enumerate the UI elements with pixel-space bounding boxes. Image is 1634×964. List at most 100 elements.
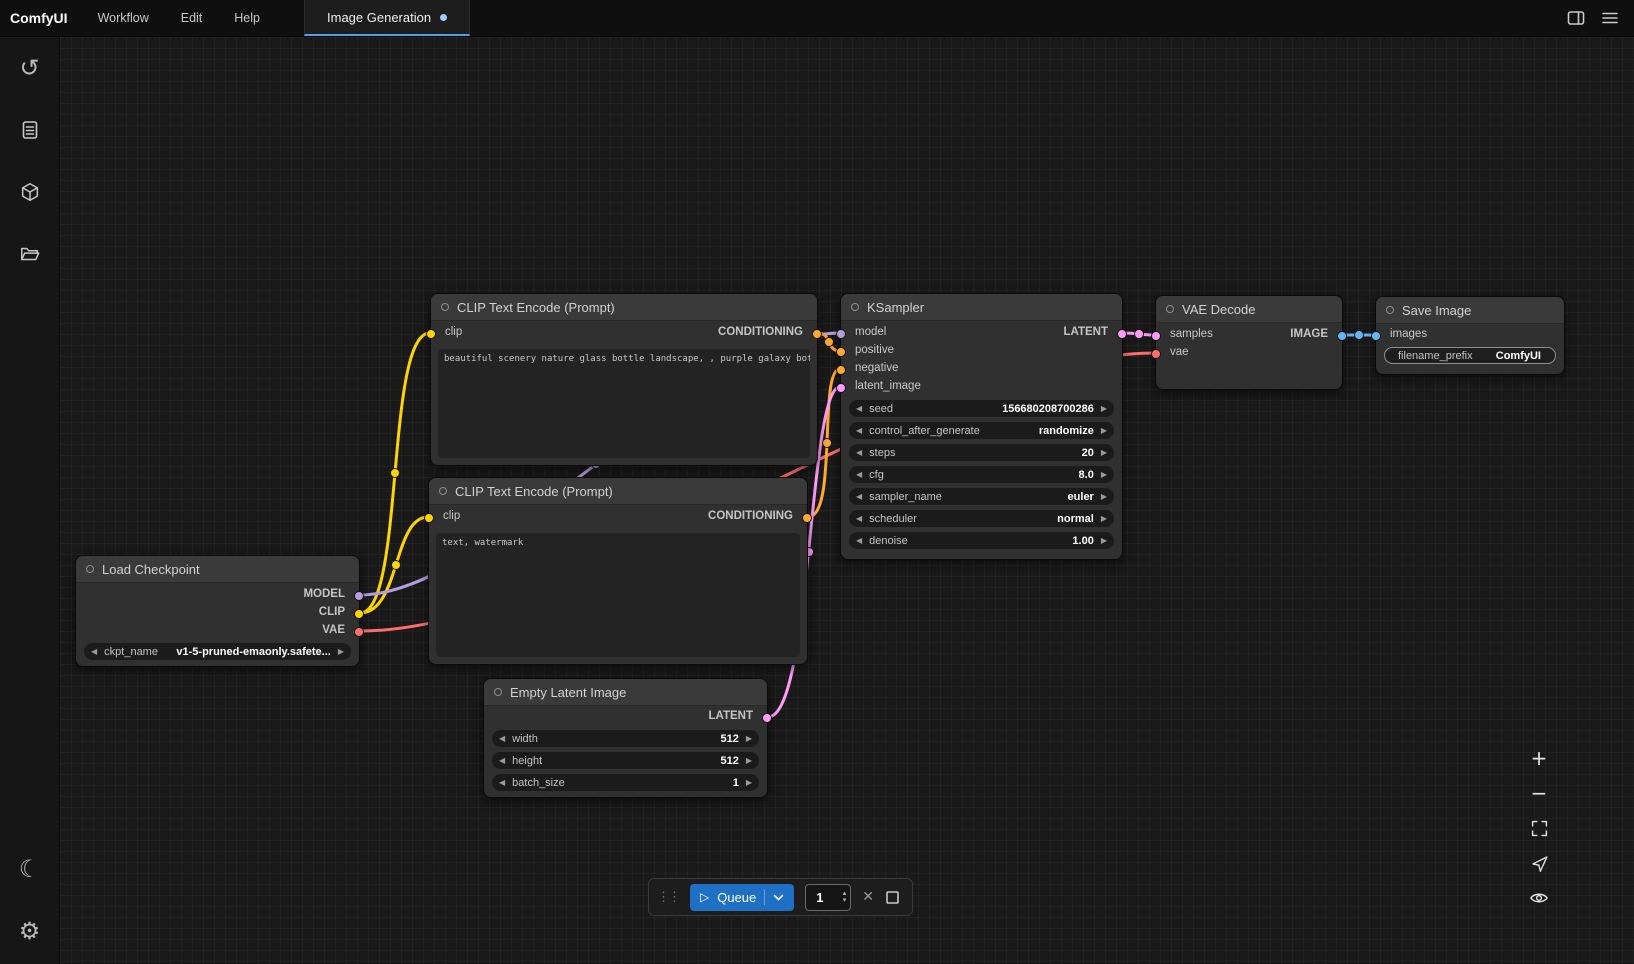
link-midpoint-dot[interactable] xyxy=(391,469,400,478)
settings-gear-icon[interactable]: ⚙ xyxy=(13,914,47,948)
node-titlebar[interactable]: VAE Decode xyxy=(1156,296,1342,323)
widget-denoise[interactable]: ◀ denoise 1.00 ▶ xyxy=(849,532,1114,549)
next-value-arrow-icon[interactable]: ▶ xyxy=(746,752,752,769)
output-port-model[interactable] xyxy=(354,591,364,601)
stop-icon[interactable] xyxy=(885,890,900,905)
widget-cfg[interactable]: ◀ cfg 8.0 ▶ xyxy=(849,466,1114,483)
prev-value-arrow-icon[interactable]: ◀ xyxy=(856,466,862,483)
batch-count-stepper[interactable]: 1 ▴ ▾ xyxy=(805,884,851,911)
input-port-clip[interactable] xyxy=(426,329,436,339)
prev-value-arrow-icon[interactable]: ◀ xyxy=(91,643,97,660)
widget-batch-size[interactable]: ◀ batch_size 1 ▶ xyxy=(492,774,759,791)
next-value-arrow-icon[interactable]: ▶ xyxy=(338,643,344,660)
toggle-visibility-eye-icon[interactable] xyxy=(1528,887,1550,909)
next-value-arrow-icon[interactable]: ▶ xyxy=(1101,400,1107,417)
next-value-arrow-icon[interactable]: ▶ xyxy=(1101,510,1107,527)
prev-value-arrow-icon[interactable]: ◀ xyxy=(856,488,862,505)
widget-scheduler[interactable]: ◀ scheduler normal ▶ xyxy=(849,510,1114,527)
widget-filename-prefix[interactable]: filename_prefix ComfyUI xyxy=(1384,347,1556,364)
prompt-text-input[interactable]: beautiful scenery nature glass bottle la… xyxy=(438,349,810,458)
cancel-run-icon[interactable]: ✕ xyxy=(862,889,874,905)
prev-value-arrow-icon[interactable]: ◀ xyxy=(856,444,862,461)
input-port-clip[interactable] xyxy=(424,513,434,523)
widget-ckpt-name[interactable]: ◀ ckpt_name v1-5-pruned-emaonly.safete..… xyxy=(84,643,351,660)
output-port-latent[interactable] xyxy=(1117,329,1127,339)
node-titlebar[interactable]: Empty Latent Image xyxy=(484,679,767,706)
next-value-arrow-icon[interactable]: ▶ xyxy=(1101,488,1107,505)
link-midpoint-dot[interactable] xyxy=(392,561,401,570)
widget-height[interactable]: ◀ height 512 ▶ xyxy=(492,752,759,769)
prev-value-arrow-icon[interactable]: ◀ xyxy=(499,730,505,747)
collapse-dot-icon[interactable] xyxy=(86,565,94,573)
widget-width[interactable]: ◀ width 512 ▶ xyxy=(492,730,759,747)
node-vae-decode[interactable]: VAE Decode samples IMAGE vae xyxy=(1155,295,1343,390)
input-port-vae[interactable] xyxy=(1151,349,1161,359)
pan-select-arrow-icon[interactable] xyxy=(1528,852,1550,874)
input-port-positive[interactable] xyxy=(836,347,846,357)
node-clip-text-encode-negative[interactable]: CLIP Text Encode (Prompt) clip CONDITION… xyxy=(428,477,808,665)
link-midpoint-dot[interactable] xyxy=(823,439,832,448)
output-port-conditioning[interactable] xyxy=(802,513,812,523)
collapse-dot-icon[interactable] xyxy=(851,303,859,311)
input-port-latent-image[interactable] xyxy=(836,383,846,393)
node-canvas[interactable]: Load Checkpoint MODEL CLIP VAE ◀ ckpt_na… xyxy=(60,37,1634,964)
node-empty-latent-image[interactable]: Empty Latent Image LATENT ◀ width 512 ▶ … xyxy=(483,678,768,798)
widget-sampler-name[interactable]: ◀ sampler_name euler ▶ xyxy=(849,488,1114,505)
input-port-samples[interactable] xyxy=(1151,331,1161,341)
collapse-dot-icon[interactable] xyxy=(494,688,502,696)
menu-edit[interactable]: Edit xyxy=(165,0,219,36)
menu-workflow[interactable]: Workflow xyxy=(82,0,165,36)
prompt-text-input[interactable]: text, watermark xyxy=(436,533,800,657)
node-titlebar[interactable]: CLIP Text Encode (Prompt) xyxy=(429,478,807,505)
node-titlebar[interactable]: Save Image xyxy=(1376,297,1564,324)
decrement-caret-icon[interactable]: ▾ xyxy=(843,897,847,904)
node-save-image[interactable]: Save Image images filename_prefix ComfyU… xyxy=(1375,296,1565,375)
input-port-negative[interactable] xyxy=(836,365,846,375)
output-port-vae[interactable] xyxy=(354,627,364,637)
drag-handle-icon[interactable]: ⋮⋮ xyxy=(657,889,679,905)
workflows-folder-icon[interactable] xyxy=(13,237,47,271)
collapse-dot-icon[interactable] xyxy=(1386,306,1394,314)
next-value-arrow-icon[interactable]: ▶ xyxy=(1101,444,1107,461)
collapse-dot-icon[interactable] xyxy=(439,487,447,495)
fit-view-icon[interactable] xyxy=(1528,817,1550,839)
widget-control-after-generate[interactable]: ◀ control_after_generate randomize ▶ xyxy=(849,422,1114,439)
next-value-arrow-icon[interactable]: ▶ xyxy=(1101,532,1107,549)
theme-moon-icon[interactable]: ☾ xyxy=(13,852,47,886)
output-port-conditioning[interactable] xyxy=(812,329,822,339)
prev-value-arrow-icon[interactable]: ◀ xyxy=(499,774,505,791)
menu-help[interactable]: Help xyxy=(218,0,276,36)
queue-button[interactable]: ▷ Queue xyxy=(690,884,794,911)
node-titlebar[interactable]: KSampler xyxy=(841,294,1122,321)
node-load-checkpoint[interactable]: Load Checkpoint MODEL CLIP VAE ◀ ckpt_na… xyxy=(75,555,360,667)
node-library-cube-icon[interactable] xyxy=(13,175,47,209)
prev-value-arrow-icon[interactable]: ◀ xyxy=(856,532,862,549)
next-value-arrow-icon[interactable]: ▶ xyxy=(1101,422,1107,439)
history-icon[interactable]: ↺ xyxy=(13,51,47,85)
zoom-out-icon[interactable]: − xyxy=(1528,782,1550,804)
next-value-arrow-icon[interactable]: ▶ xyxy=(1101,466,1107,483)
link-midpoint-dot[interactable] xyxy=(1135,330,1144,339)
next-value-arrow-icon[interactable]: ▶ xyxy=(746,774,752,791)
input-port-images[interactable] xyxy=(1371,331,1381,341)
prev-value-arrow-icon[interactable]: ◀ xyxy=(856,400,862,417)
hamburger-menu-icon[interactable] xyxy=(1600,8,1620,28)
next-value-arrow-icon[interactable]: ▶ xyxy=(746,730,752,747)
collapse-dot-icon[interactable] xyxy=(1166,305,1174,313)
collapse-dot-icon[interactable] xyxy=(441,303,449,311)
node-titlebar[interactable]: CLIP Text Encode (Prompt) xyxy=(431,294,817,321)
input-port-model[interactable] xyxy=(836,329,846,339)
queue-list-icon[interactable] xyxy=(13,113,47,147)
node-titlebar[interactable]: Load Checkpoint xyxy=(76,556,359,583)
link-midpoint-dot[interactable] xyxy=(1355,331,1364,340)
workflow-tab-image-generation[interactable]: Image Generation xyxy=(304,0,470,36)
node-ksampler[interactable]: KSampler model LATENT positive negative … xyxy=(840,293,1123,560)
prev-value-arrow-icon[interactable]: ◀ xyxy=(499,752,505,769)
output-port-latent[interactable] xyxy=(762,713,772,723)
prev-value-arrow-icon[interactable]: ◀ xyxy=(856,422,862,439)
prev-value-arrow-icon[interactable]: ◀ xyxy=(856,510,862,527)
chevron-down-icon[interactable] xyxy=(773,894,784,901)
zoom-in-icon[interactable]: + xyxy=(1528,747,1550,769)
panel-toggle-icon[interactable] xyxy=(1566,8,1586,28)
node-clip-text-encode-positive[interactable]: CLIP Text Encode (Prompt) clip CONDITION… xyxy=(430,293,818,466)
